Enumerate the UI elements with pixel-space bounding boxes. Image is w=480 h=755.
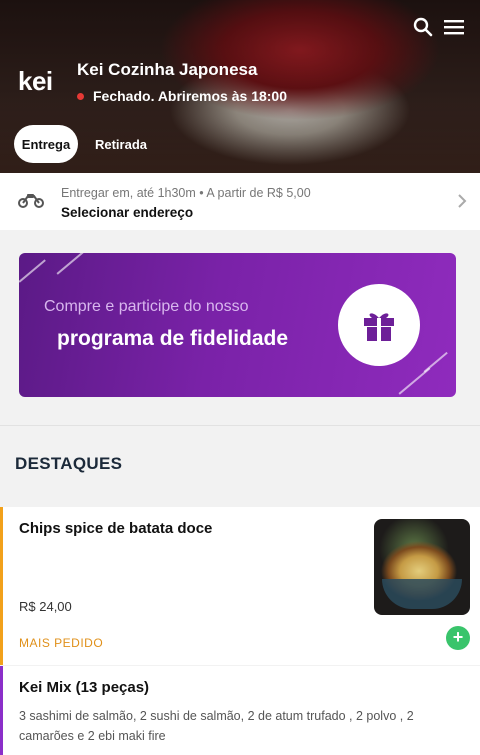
motorcycle-icon bbox=[18, 190, 44, 215]
banner-subtitle: Compre e participe do nosso bbox=[44, 298, 249, 315]
section-title: DESTAQUES bbox=[15, 454, 123, 473]
banner-decoration bbox=[423, 351, 448, 373]
delivery-address-row[interactable]: Entregar em, até 1h30m • A partir de R$ … bbox=[0, 173, 480, 230]
gift-icon bbox=[338, 284, 420, 366]
product-price: R$ 24,00 bbox=[19, 599, 72, 614]
menu-icon[interactable] bbox=[441, 14, 467, 40]
store-header: kei Kei Cozinha Japonesa Fechado. Abrire… bbox=[0, 0, 480, 173]
product-image bbox=[374, 519, 470, 615]
status-dot-icon bbox=[77, 92, 84, 100]
tab-retirada[interactable]: Retirada bbox=[86, 125, 156, 163]
select-address-link[interactable]: Selecionar endereço bbox=[61, 205, 193, 220]
product-name: Chips spice de batata doce bbox=[19, 520, 213, 537]
search-icon[interactable] bbox=[410, 14, 436, 40]
banner-decoration bbox=[19, 259, 46, 283]
section-divider bbox=[0, 425, 480, 426]
product-name: Kei Mix (13 peças) bbox=[19, 679, 150, 696]
status-text: Fechado. Abriremos às 18:00 bbox=[93, 88, 288, 104]
store-name: Kei Cozinha Japonesa bbox=[77, 60, 258, 79]
delivery-info: Entregar em, até 1h30m • A partir de R$ … bbox=[61, 186, 311, 200]
store-logo: kei bbox=[18, 66, 53, 96]
chevron-right-icon bbox=[457, 193, 467, 214]
loyalty-banner[interactable]: Compre e participe do nosso programa de … bbox=[19, 253, 456, 397]
product-card[interactable]: Chips spice de batata doce R$ 24,00 MAIS… bbox=[0, 507, 480, 665]
product-description: 3 sashimi de salmão, 2 sushi de salmão, … bbox=[19, 709, 414, 743]
add-to-cart-button[interactable]: + bbox=[446, 626, 470, 650]
product-badge: MAIS PEDIDO bbox=[19, 636, 104, 650]
tab-entrega[interactable]: Entrega bbox=[14, 125, 78, 163]
banner-decoration bbox=[56, 253, 84, 275]
store-status: Fechado. Abriremos às 18:00 bbox=[77, 88, 287, 104]
banner-title: programa de fidelidade bbox=[57, 327, 289, 350]
product-card[interactable]: Kei Mix (13 peças) 3 sashimi de salmão, … bbox=[0, 666, 480, 755]
